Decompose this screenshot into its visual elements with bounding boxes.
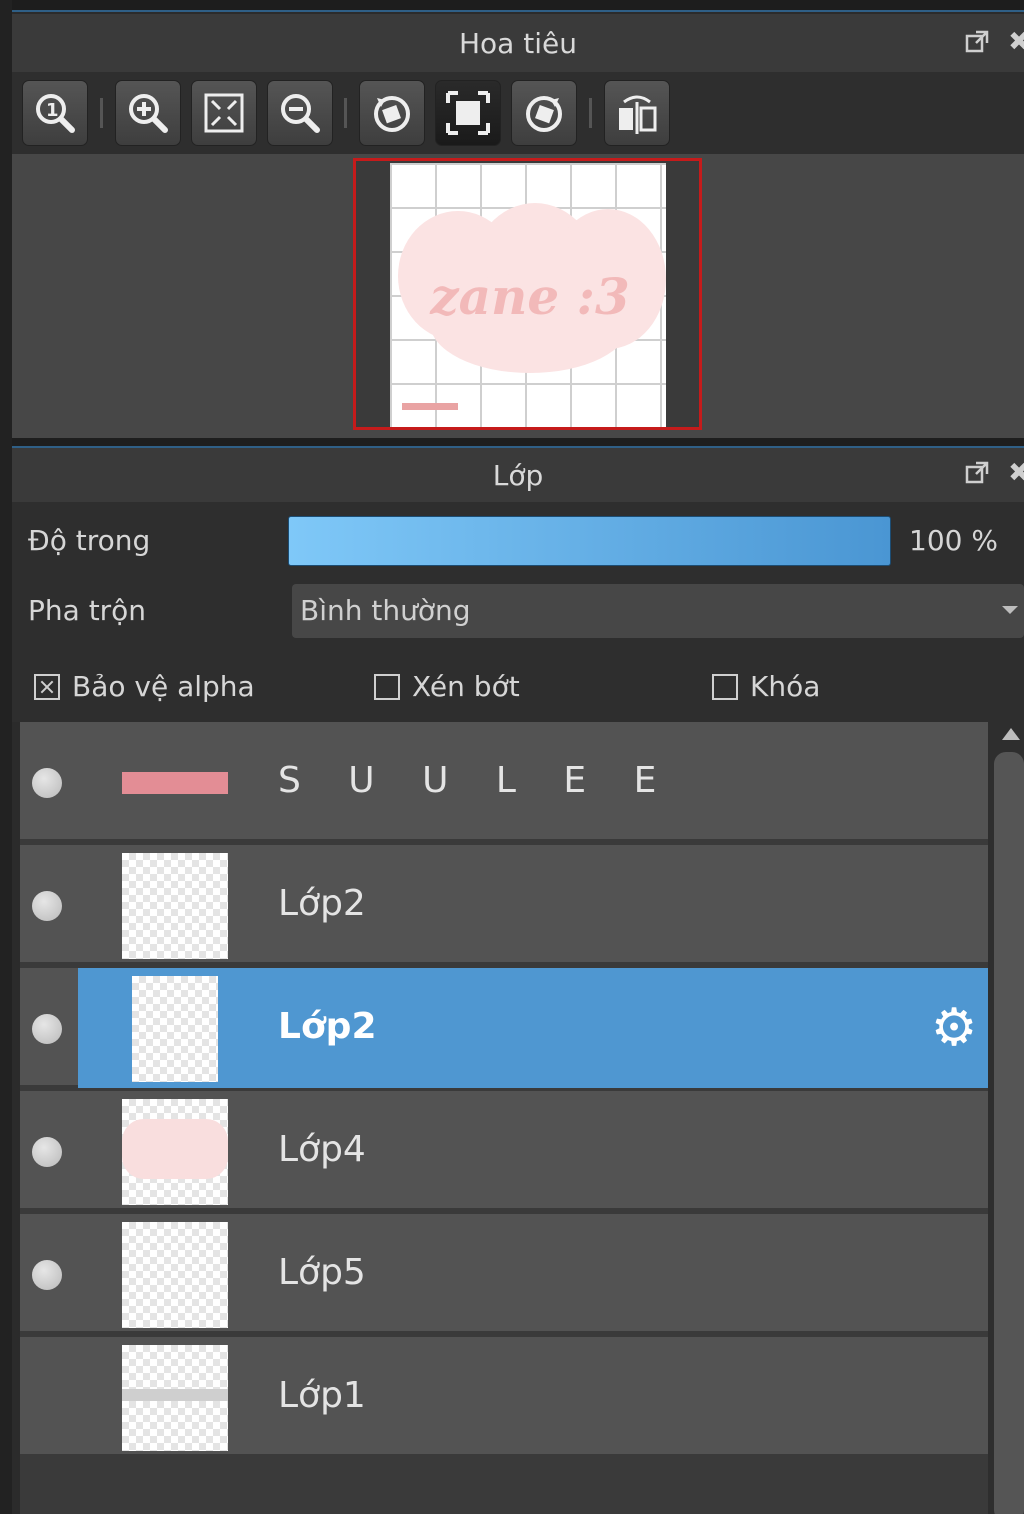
layer-thumbnail — [122, 853, 228, 959]
alpha-protect-checkbox[interactable]: Bảo vệ alpha — [34, 670, 255, 703]
gear-icon[interactable]: ⚙ — [928, 1002, 980, 1054]
layers-title: Lớp — [492, 458, 544, 492]
undock-icon[interactable] — [964, 29, 990, 55]
svg-text:1: 1 — [46, 100, 59, 121]
layer-row[interactable]: Lớp5 — [20, 1214, 988, 1334]
flip-horizontal-button[interactable] — [604, 80, 670, 146]
rotate-left-icon — [374, 96, 410, 132]
visibility-dot-icon[interactable] — [32, 1014, 62, 1044]
layer-properties: Độ trong 100 % Pha trộn Bình thường Bảo … — [12, 502, 1024, 722]
clipping-label: Xén bớt — [412, 670, 520, 703]
layer-row[interactable]: Lớp2 — [20, 845, 988, 965]
lock-label: Khóa — [750, 670, 821, 703]
fit-screen-icon — [204, 93, 244, 133]
layer-thumbnail — [122, 1345, 228, 1451]
rotate-right-icon — [526, 96, 562, 132]
layer-name: Lớp4 — [278, 1129, 366, 1170]
opacity-slider[interactable] — [288, 516, 891, 566]
top-divider — [0, 0, 1024, 12]
layer-name: Lớp2 — [278, 1006, 377, 1047]
canvas-preview: zane :3 — [390, 163, 666, 427]
navigator-viewport[interactable]: zane :3 — [12, 154, 1024, 438]
visibility-dot-icon[interactable] — [32, 768, 62, 798]
lock-checkbox[interactable]: Khóa — [712, 670, 820, 703]
zoom-out-icon — [281, 94, 320, 133]
preview-text: zane :3 — [430, 267, 630, 326]
checkbox-icon[interactable] — [712, 673, 738, 700]
fit-screen-button[interactable] — [191, 80, 257, 146]
fullscreen-icon — [446, 91, 490, 135]
fullscreen-button[interactable] — [435, 80, 501, 146]
watermark-mark — [402, 403, 458, 410]
blend-mode-select[interactable]: Bình thường — [292, 584, 1024, 638]
layer-name: Lớp1 — [278, 1375, 366, 1416]
panel-split[interactable] — [12, 438, 1024, 448]
layer-name: Lớp5 — [278, 1252, 366, 1293]
rotate-right-button[interactable] — [511, 80, 577, 146]
zoom-in-button[interactable] — [115, 80, 181, 146]
close-icon[interactable]: ✖ — [1006, 29, 1024, 55]
layer-thumbnail — [122, 1222, 228, 1328]
clipping-checkbox[interactable]: Xén bớt — [374, 670, 520, 703]
scrollbar-thumb[interactable] — [994, 752, 1024, 1514]
layer-row[interactable]: Lớp4 — [20, 1091, 988, 1211]
alpha-protect-label: Bảo vệ alpha — [72, 670, 255, 703]
zoom-in-icon — [129, 94, 168, 133]
thumbnail-content — [122, 1389, 228, 1401]
layer-list: S U U L E E Lớp2 Lớp2 ⚙ Lớp4 Lớp5 Lớp1 — [20, 722, 988, 1514]
zoom-actual-button[interactable]: 1 — [22, 80, 88, 146]
layer-row[interactable]: Lớp1 — [20, 1337, 988, 1457]
opacity-value: 100 % — [909, 524, 998, 557]
checkbox-checked-icon[interactable] — [34, 673, 60, 700]
layer-thumbnail — [122, 772, 228, 794]
navigator-header: Hoa tiêu ✖ — [12, 14, 1024, 72]
navigator-toolbar: 1 — [12, 72, 1024, 154]
toolbar-separator — [589, 98, 592, 128]
view-rectangle[interactable]: zane :3 — [353, 158, 702, 430]
opacity-label: Độ trong — [28, 524, 151, 557]
thumbnail-content — [122, 1119, 228, 1179]
zoom-out-button[interactable] — [267, 80, 333, 146]
scroll-up-icon[interactable] — [1002, 728, 1020, 740]
toolbar-separator — [100, 98, 103, 128]
blend-mode-value: Bình thường — [300, 594, 471, 627]
blend-label: Pha trộn — [28, 594, 147, 627]
layer-row-selected[interactable]: Lớp2 ⚙ — [20, 968, 988, 1088]
zoom-actual-icon: 1 — [36, 94, 75, 133]
checkbox-icon[interactable] — [374, 673, 400, 700]
toolbar-separator — [344, 98, 347, 128]
close-icon[interactable]: ✖ — [1006, 460, 1024, 486]
visibility-dot-icon[interactable] — [32, 891, 62, 921]
visibility-dot-icon[interactable] — [32, 1137, 62, 1167]
layer-name: S U U L E E — [278, 760, 675, 801]
navigator-title: Hoa tiêu — [459, 26, 577, 60]
layer-scrollbar[interactable] — [988, 722, 1024, 1514]
undock-icon[interactable] — [964, 460, 990, 486]
layer-thumbnail — [122, 1099, 228, 1205]
chevron-down-icon — [1002, 606, 1018, 614]
flip-horizontal-icon — [619, 95, 657, 134]
layer-name: Lớp2 — [278, 883, 366, 924]
layer-row[interactable]: S U U L E E — [20, 722, 988, 842]
left-frame — [0, 0, 12, 1514]
layers-header: Lớp ✖ — [12, 448, 1024, 502]
visibility-dot-icon[interactable] — [32, 1260, 62, 1290]
layer-thumbnail — [132, 976, 218, 1082]
rotate-left-button[interactable] — [359, 80, 425, 146]
